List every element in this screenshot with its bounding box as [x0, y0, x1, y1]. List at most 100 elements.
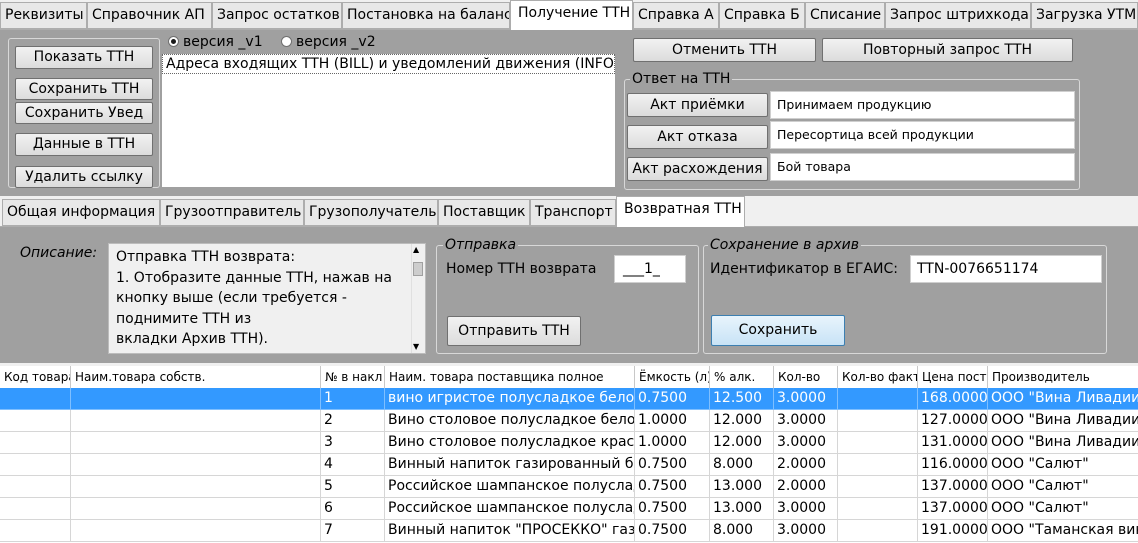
cell-code[interactable] — [0, 410, 71, 432]
egais-id-input[interactable]: TTN-0076651174 — [910, 255, 1102, 283]
cell-quantity[interactable]: 3.0000 — [774, 432, 838, 454]
cell-quantity[interactable]: 3.0000 — [774, 388, 838, 410]
cell-quantity-fact[interactable] — [838, 476, 918, 498]
cell-code[interactable] — [0, 388, 71, 410]
cell-alcohol[interactable]: 13.000 — [710, 476, 774, 498]
table-row[interactable]: 1 вино игристое полусладкое белое 0.7500 12… — [0, 388, 1138, 410]
cell-quantity[interactable]: 3.0000 — [774, 520, 838, 542]
cell-producer[interactable]: ООО "Салют" — [988, 476, 1138, 498]
subtab-general[interactable]: Общая информация — [2, 199, 160, 226]
discrepancy-act-field[interactable]: Бой товара — [770, 153, 1075, 181]
cell-producer[interactable]: ООО "Вина Ливадии" — [988, 432, 1138, 454]
send-ttn-button[interactable]: Отправить ТТН — [447, 316, 581, 346]
cell-code[interactable] — [0, 432, 71, 454]
cell-own-name[interactable] — [71, 410, 321, 432]
tab-ap-reference[interactable]: Справочник АП — [87, 2, 212, 29]
discrepancy-act-button[interactable]: Акт расхождения — [627, 157, 768, 181]
col-header-alcohol[interactable]: % алк. — [710, 366, 774, 388]
cell-volume[interactable]: 0.7500 — [635, 454, 710, 476]
cell-own-name[interactable] — [71, 476, 321, 498]
tab-barcode-request[interactable]: Запрос штрихкода — [885, 2, 1031, 29]
cell-invoice-no[interactable]: 7 — [321, 520, 385, 542]
cell-quantity[interactable]: 2.0000 — [774, 454, 838, 476]
cancel-ttn-button[interactable]: Отменить ТТН — [633, 38, 816, 62]
subtab-transport[interactable]: Транспорт — [530, 199, 616, 226]
scroll-thumb[interactable] — [413, 262, 423, 276]
cell-producer[interactable]: ООО "Салют" — [988, 498, 1138, 520]
cell-price[interactable]: 116.0000 — [918, 454, 988, 476]
address-list-item[interactable]: Адреса входящих ТТН (BILL) и уведомлений… — [162, 54, 615, 74]
repeat-request-button[interactable]: Повторный запрос ТТН — [822, 38, 1073, 62]
cell-own-name[interactable] — [71, 498, 321, 520]
acceptance-act-button[interactable]: Акт приёмки — [627, 93, 768, 117]
acceptance-act-field[interactable]: Принимаем продукцию — [770, 91, 1075, 119]
col-header-volume[interactable]: Ёмкость (л) — [635, 366, 710, 388]
cell-producer[interactable]: ООО "Вина Ливадии" — [988, 410, 1138, 432]
cell-volume[interactable]: 0.7500 — [635, 476, 710, 498]
address-listbox[interactable]: Адреса входящих ТТН (BILL) и уведомлений… — [161, 53, 616, 188]
save-notice-button[interactable]: Сохранить Увед — [15, 102, 153, 124]
cell-invoice-no[interactable]: 3 — [321, 432, 385, 454]
data-to-ttn-button[interactable]: Данные в ТТН — [15, 133, 153, 156]
cell-supplier-name[interactable]: Российское шампанское полусладкое — [385, 476, 635, 498]
cell-quantity[interactable]: 3.0000 — [774, 498, 838, 520]
refusal-act-field[interactable]: Пересортица всей продукции — [770, 121, 1075, 149]
cell-own-name[interactable] — [71, 388, 321, 410]
cell-volume[interactable]: 1.0000 — [635, 432, 710, 454]
scroll-up-icon[interactable]: ▲ — [413, 245, 419, 255]
col-header-producer[interactable]: Производитель — [988, 366, 1138, 388]
cell-invoice-no[interactable]: 6 — [321, 498, 385, 520]
show-ttn-button[interactable]: Показать ТТН — [15, 46, 153, 69]
scroll-down-icon[interactable]: ▼ — [413, 342, 419, 352]
cell-alcohol[interactable]: 12.500 — [710, 388, 774, 410]
table-row[interactable]: 4Винный напиток газированный белый0.7500… — [0, 454, 1138, 476]
cell-supplier-name[interactable]: Винный напиток "ПРОСЕККО" газированный — [385, 520, 635, 542]
tab-stock-request[interactable]: Запрос остатков — [212, 2, 342, 29]
cell-alcohol[interactable]: 12.000 — [710, 432, 774, 454]
col-header-code[interactable]: Код товара — [0, 366, 71, 388]
tab-form-b[interactable]: Справка Б — [719, 2, 805, 29]
cell-price[interactable]: 137.0000 — [918, 476, 988, 498]
cell-alcohol[interactable]: 8.000 — [710, 454, 774, 476]
table-row[interactable]: 6Российское шампанское полусладкое0.7500… — [0, 498, 1138, 520]
cell-quantity-fact[interactable] — [838, 454, 918, 476]
table-row[interactable]: 2 Вино столовое полусладкое белое 1.0000 12… — [0, 410, 1138, 432]
cell-quantity-fact[interactable] — [838, 410, 918, 432]
table-row[interactable]: 7Винный напиток "ПРОСЕККО" газированный0… — [0, 520, 1138, 542]
cell-volume[interactable]: 0.7500 — [635, 388, 710, 410]
cell-invoice-no[interactable]: 5 — [321, 476, 385, 498]
tab-receive-ttn[interactable]: Получение ТТН — [510, 0, 633, 30]
cell-supplier-name[interactable]: Вино столовое полусладкое белое — [385, 410, 635, 432]
cell-own-name[interactable] — [71, 454, 321, 476]
cell-volume[interactable]: 0.7500 — [635, 520, 710, 542]
col-header-price[interactable]: Цена пост. — [918, 366, 988, 388]
cell-supplier-name[interactable]: Российское шампанское полусладкое — [385, 498, 635, 520]
cell-alcohol[interactable]: 12.000 — [710, 410, 774, 432]
col-header-quantity-fact[interactable]: Кол-во факт — [838, 366, 918, 388]
cell-volume[interactable]: 0.7500 — [635, 498, 710, 520]
col-header-quantity[interactable]: Кол-во — [774, 366, 838, 388]
cell-supplier-name[interactable]: вино игристое полусладкое белое — [385, 388, 635, 410]
cell-quantity-fact[interactable] — [838, 432, 918, 454]
cell-price[interactable]: 127.0000 — [918, 410, 988, 432]
col-header-supplier-name[interactable]: Наим. товара поставщика полное — [385, 366, 635, 388]
save-archive-button[interactable]: Сохранить — [711, 315, 845, 346]
cell-supplier-name[interactable]: Вино столовое полусладкое красное — [385, 432, 635, 454]
refusal-act-button[interactable]: Акт отказа — [627, 125, 768, 149]
cell-alcohol[interactable]: 13.000 — [710, 498, 774, 520]
cell-code[interactable] — [0, 476, 71, 498]
table-row[interactable]: 3 Вино столовое полусладкое красное 1.0000… — [0, 432, 1138, 454]
cell-producer[interactable]: ООО "Вина Ливадии" — [988, 388, 1138, 410]
version-v2-radio[interactable]: версия _v2 — [281, 33, 376, 51]
cell-price[interactable]: 191.0000 — [918, 520, 988, 542]
tab-form-a[interactable]: Справка А — [633, 2, 719, 29]
cell-quantity[interactable]: 2.0000 — [774, 476, 838, 498]
cell-code[interactable] — [0, 498, 71, 520]
subtab-consignee[interactable]: Грузополучатель — [304, 199, 438, 226]
cell-invoice-no[interactable]: 1 — [321, 388, 385, 410]
tab-requisites[interactable]: Реквизиты — [0, 2, 87, 29]
cell-quantity-fact[interactable] — [838, 498, 918, 520]
cell-invoice-no[interactable]: 4 — [321, 454, 385, 476]
cell-price[interactable]: 131.0000 — [918, 432, 988, 454]
cell-volume[interactable]: 1.0000 — [635, 410, 710, 432]
